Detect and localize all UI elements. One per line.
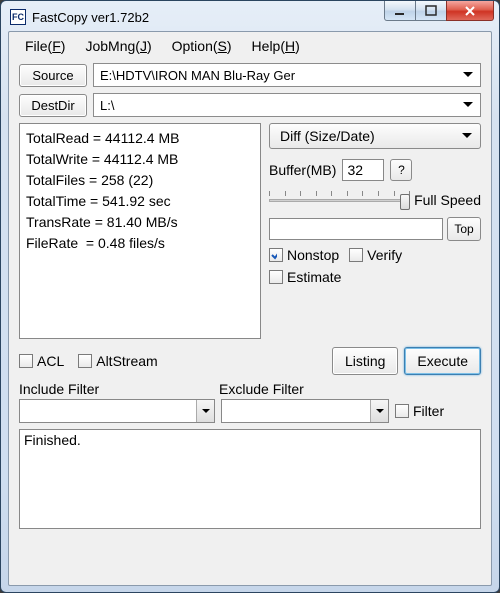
nonstop-label: Nonstop <box>287 247 339 263</box>
chevron-down-icon[interactable] <box>196 400 214 422</box>
speed-label: Full Speed <box>414 192 481 208</box>
slider-thumb[interactable] <box>400 194 410 210</box>
source-button[interactable]: Source <box>19 64 87 87</box>
menu-file-post: ) <box>61 38 66 54</box>
stats-line: TotalRead = 44112.4 MB <box>26 130 179 146</box>
listing-button[interactable]: Listing <box>332 347 398 375</box>
chevron-down-icon[interactable] <box>370 400 388 422</box>
top-input[interactable] <box>269 218 443 240</box>
acl-checkbox[interactable]: ACL <box>19 353 64 369</box>
log-text: Finished. <box>24 432 81 448</box>
menu-option-post: ) <box>227 38 232 54</box>
buffer-input[interactable] <box>342 159 384 181</box>
stats-line: TransRate = 81.40 MB/s <box>26 214 178 230</box>
execute-button[interactable]: Execute <box>404 347 481 375</box>
chevron-down-icon[interactable] <box>458 133 476 139</box>
menu-option[interactable]: Option(S) <box>162 36 242 56</box>
source-combo[interactable]: E:\HDTV\IRON MAN Blu-Ray Ger <box>93 63 481 87</box>
verify-label: Verify <box>367 247 402 263</box>
menu-option-accel: S <box>218 38 227 54</box>
speed-slider[interactable] <box>269 189 410 211</box>
checkbox-icon <box>269 248 283 262</box>
exclude-filter-label: Exclude Filter <box>219 381 304 397</box>
app-window: FC FastCopy ver1.72b2 File(F) JobMng(J) … <box>0 0 500 593</box>
maximize-button[interactable] <box>415 1 447 21</box>
buffer-label: Buffer(MB) <box>269 162 336 178</box>
stats-line: TotalWrite = 44112.4 MB <box>26 151 178 167</box>
menu-help-post: ) <box>295 38 300 54</box>
menu-jobmng-pre: JobMng( <box>85 38 139 54</box>
menu-file-pre: File( <box>25 38 52 54</box>
chevron-down-icon[interactable] <box>460 102 476 108</box>
menu-file[interactable]: File(F) <box>15 36 75 56</box>
include-filter-label: Include Filter <box>19 381 219 397</box>
checkbox-icon <box>78 354 92 368</box>
stats-line: TotalFiles = 258 (22) <box>26 172 153 188</box>
checkbox-icon <box>349 248 363 262</box>
filter-label: Filter <box>413 403 444 419</box>
menubar: File(F) JobMng(J) Option(S) Help(H) <box>9 32 491 59</box>
client-area: File(F) JobMng(J) Option(S) Help(H) Sour… <box>8 31 492 586</box>
destdir-button[interactable]: DestDir <box>19 94 87 117</box>
estimate-label: Estimate <box>287 269 341 285</box>
estimate-checkbox[interactable]: Estimate <box>269 269 341 285</box>
mode-combo[interactable]: Diff (Size/Date) <box>269 123 481 149</box>
exclude-filter-combo[interactable] <box>221 399 389 423</box>
minimize-button[interactable] <box>384 1 416 21</box>
checkbox-icon <box>269 270 283 284</box>
dest-combo[interactable]: L:\ <box>93 93 481 117</box>
menu-help[interactable]: Help(H) <box>242 36 310 56</box>
include-filter-combo[interactable] <box>19 399 215 423</box>
verify-checkbox[interactable]: Verify <box>349 247 402 263</box>
menu-jobmng-accel: J <box>140 38 147 54</box>
window-controls <box>385 1 494 21</box>
menu-file-accel: F <box>52 38 61 54</box>
checkbox-icon <box>19 354 33 368</box>
menu-jobmng-post: ) <box>147 38 152 54</box>
menu-help-pre: Help( <box>252 38 285 54</box>
altstream-checkbox[interactable]: AltStream <box>78 353 157 369</box>
help-button[interactable]: ? <box>390 159 412 181</box>
close-button[interactable] <box>446 1 494 21</box>
filter-checkbox[interactable]: Filter <box>395 403 444 419</box>
checkbox-icon <box>395 404 409 418</box>
stats-line: TotalTime = 541.92 sec <box>26 193 171 209</box>
chevron-down-icon[interactable] <box>460 72 476 78</box>
content: Source E:\HDTV\IRON MAN Blu-Ray Ger Dest… <box>9 59 491 535</box>
stats-line: FileRate = 0.48 files/s <box>26 235 165 251</box>
acl-label: ACL <box>37 353 64 369</box>
altstream-label: AltStream <box>96 353 157 369</box>
top-button[interactable]: Top <box>447 217 481 241</box>
mode-selected: Diff (Size/Date) <box>280 128 458 144</box>
app-icon: FC <box>10 9 26 25</box>
dest-path: L:\ <box>100 98 460 113</box>
source-path: E:\HDTV\IRON MAN Blu-Ray Ger <box>100 68 460 83</box>
stats-box: TotalRead = 44112.4 MB TotalWrite = 4411… <box>19 123 261 339</box>
menu-jobmng[interactable]: JobMng(J) <box>75 36 161 56</box>
log-box[interactable]: Finished. <box>19 429 481 529</box>
nonstop-checkbox[interactable]: Nonstop <box>269 247 339 263</box>
menu-help-accel: H <box>285 38 295 54</box>
menu-option-pre: Option( <box>172 38 218 54</box>
